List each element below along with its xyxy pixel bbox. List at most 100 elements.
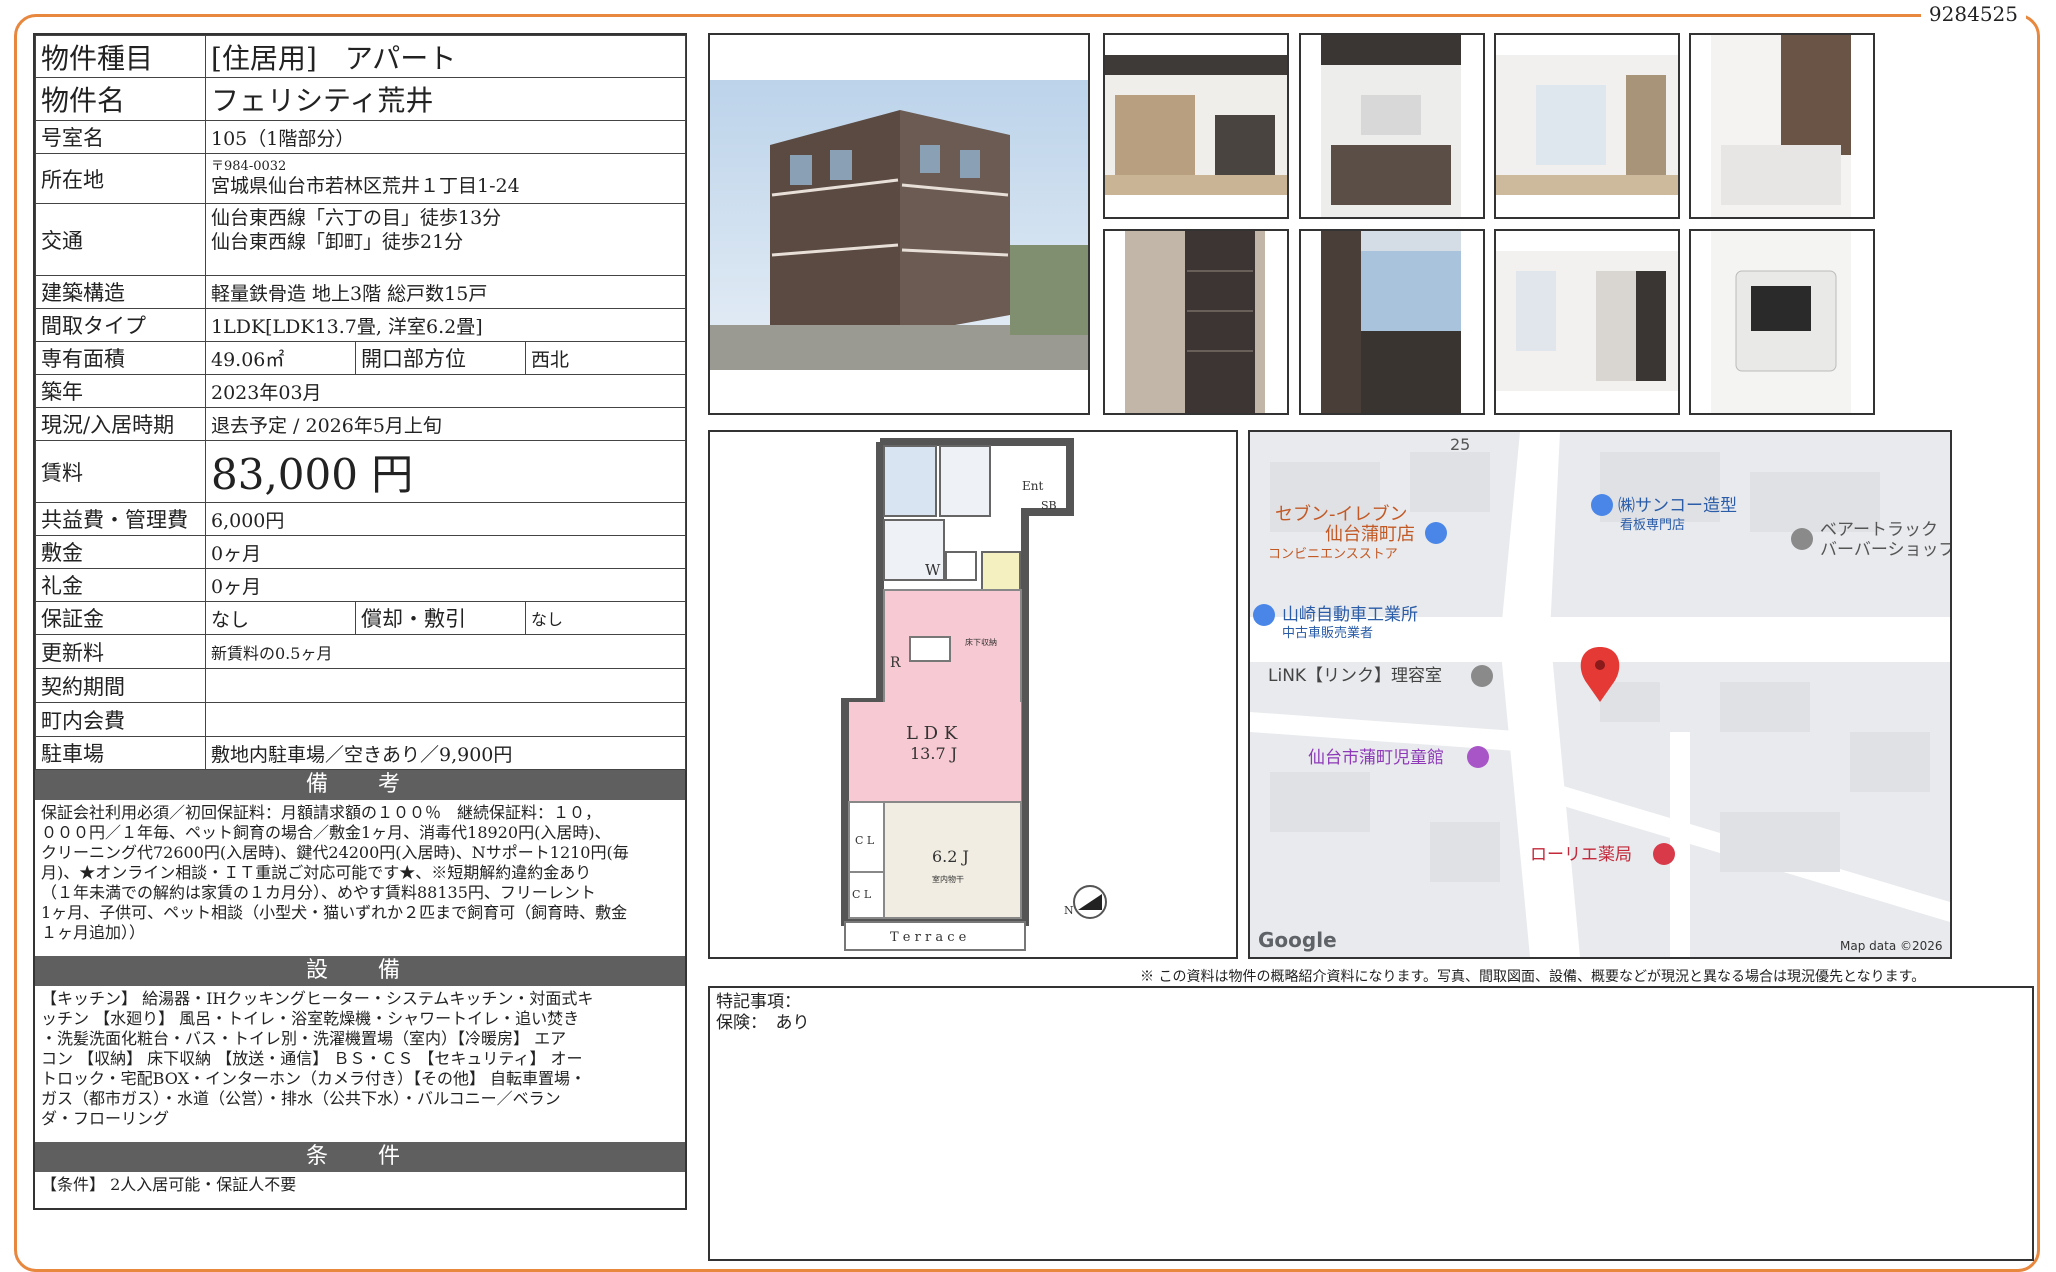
fp-room-sub: 室内物干 xyxy=(932,874,964,884)
remarks-line: （１年未満での解約は家賃の１カ月分）、めやす賃料88135円、フリーレント xyxy=(41,883,596,902)
map-bear-line2[interactable]: バーバーショップ xyxy=(1820,540,1950,560)
fp-ldk: L D K xyxy=(906,723,958,744)
address-label: 所在地 xyxy=(35,153,206,204)
type-value: [住居用] アパート xyxy=(204,35,687,78)
remarks-heading: 備 考 xyxy=(35,770,685,800)
fp-ldk-size: 13.7 J xyxy=(910,744,957,763)
name-value: フェリシティ荒井 xyxy=(204,77,687,121)
contract-value xyxy=(204,668,687,703)
map-bear[interactable]: ベアートラック xyxy=(1820,520,1938,540)
closet-image xyxy=(1125,231,1265,413)
status-value: 退去予定 / 2026年5月上旬 xyxy=(204,407,687,441)
name-label: 物件名 xyxy=(35,77,206,121)
parking-label: 駐車場 xyxy=(35,736,206,770)
map-seven-eleven-branch[interactable]: 仙台蒲町店 xyxy=(1325,524,1415,545)
equipment-line: コン 【収納】 床下収納 【放送・通信】 ＢＳ・ＣＳ 【セキュリティ】 オー xyxy=(41,1049,583,1068)
structure-value: 軽量鉄骨造 地上3階 総戸数15戸 xyxy=(204,275,687,309)
type-label: 物件種目 xyxy=(35,35,206,78)
equipment-line: ッチン 【水廻り】 風呂・トイレ・浴室乾燥機・シャワートイレ・追い焚き xyxy=(41,1009,580,1028)
floor-plan: Ent SB W R 床下収納 L D K 13.7 J 6.2 J 室内物干 … xyxy=(708,430,1238,959)
document-id: 9284525 xyxy=(1920,2,2026,26)
western-room-image xyxy=(1496,55,1678,195)
renewal-value: 新賃料の0.5ヶ月 xyxy=(204,634,687,669)
direction-label: 開口部方位 xyxy=(355,341,526,375)
map-sanko[interactable]: ㈱サンコー造型 xyxy=(1618,496,1737,516)
building-exterior-photo xyxy=(708,33,1090,415)
map-data-credit: Map data ©2026 xyxy=(1840,939,1943,953)
fee-label: 共益費・管理費 xyxy=(35,502,206,536)
insurance-note: 保険： あり xyxy=(716,1013,810,1033)
area-value: 49.06㎡ xyxy=(205,341,356,375)
disclaimer-notice: ※ この資料は物件の概略紹介資料になります。写真、間取図面、設備、概要などが現況… xyxy=(1140,969,1926,985)
parking-value: 敷地内駐車場／空きあり／9,900円 xyxy=(204,736,687,770)
fp-w: W xyxy=(925,561,941,579)
map-seven-eleven-category: コンビニエンスストア xyxy=(1268,547,1398,562)
fp-ent: Ent xyxy=(1022,479,1043,493)
closet-photo xyxy=(1103,229,1289,415)
layout-label: 間取タイプ xyxy=(35,308,206,342)
transport-line-2: 仙台東西線「卸町」徒歩21分 xyxy=(211,231,464,253)
equipment-line: ガス（都市ガス）・水道（公営）・排水（公共下水）・バルコニー／ベラン xyxy=(41,1089,561,1108)
living-room-image xyxy=(1105,55,1287,195)
keymoney-value: 0ヶ月 xyxy=(204,568,687,602)
built-label: 築年 xyxy=(35,374,206,408)
rent-label: 賃料 xyxy=(35,440,206,503)
storage-image xyxy=(1496,251,1678,391)
fp-room-size: 6.2 J xyxy=(932,847,969,866)
kitchen-image xyxy=(1321,35,1461,217)
town-fee-label: 町内会費 xyxy=(35,702,206,737)
map-link[interactable]: LiNK【リンク】理容室 xyxy=(1268,666,1442,686)
amort-value: なし xyxy=(524,601,687,635)
conditions-heading: 条 件 xyxy=(35,1142,685,1172)
map-road-number: 25 xyxy=(1450,435,1470,454)
location-map[interactable]: 25 セブン-イレブン 仙台蒲町店 コンビニエンスストア ㈱サンコー造型 看板専… xyxy=(1248,430,1952,959)
remarks-line: 保証会社利用必須／初回保証料：月額請求額の１００％ 継続保証料：１０， xyxy=(41,803,602,822)
equipment-line: ダ・フローリング xyxy=(41,1109,170,1128)
area-label: 専有面積 xyxy=(35,341,206,375)
built-value: 2023年03月 xyxy=(204,374,687,408)
fp-r: R xyxy=(890,655,901,671)
transport-line-1: 仙台東西線「六丁の目」徒歩13分 xyxy=(211,207,502,229)
contract-label: 契約期間 xyxy=(35,668,206,703)
fee-value: 6,000円 xyxy=(204,502,687,536)
map-kids[interactable]: 仙台市蒲町児童館 xyxy=(1308,748,1444,768)
balcony-image xyxy=(1321,231,1461,413)
remarks-body: 保証会社利用必須／初回保証料：月額請求額の１００％ 継続保証料：１０， ０００円… xyxy=(35,800,685,956)
remarks-line: 1ヶ月、子供可、ペット相談（小型犬・猫いずれか２匹まで飼育可（飼育時、敷金 xyxy=(41,903,628,922)
address-value: 宮城県仙台市若林区荒井１丁目1-24 xyxy=(211,175,520,197)
map-sanko-category: 看板専門店 xyxy=(1620,517,1685,533)
remarks-line: １ヶ月追加）） xyxy=(41,923,146,942)
layout-value: 1LDK[LDK13.7畳, 洋室6.2畳] xyxy=(204,308,687,342)
town-fee-value xyxy=(204,702,687,737)
status-label: 現況/入居時期 xyxy=(35,407,206,441)
deposit-label: 敷金 xyxy=(35,535,206,569)
building-photo-image xyxy=(710,80,1088,370)
property-info-panel: 物件種目 [住居用] アパート 物件名 フェリシティ荒井 号室名 105（1階部… xyxy=(33,33,687,1210)
western-room-photo xyxy=(1494,33,1680,219)
bathroom-photo xyxy=(1689,33,1875,219)
guarantee-label: 保証金 xyxy=(35,601,206,635)
amort-label: 償却・敷引 xyxy=(355,601,526,635)
transport-label: 交通 xyxy=(35,203,206,276)
google-logo: Google xyxy=(1258,928,1337,952)
room-value: 105（1階部分） xyxy=(204,120,687,154)
direction-value: 西北 xyxy=(524,341,687,375)
map-yamazaki[interactable]: 山崎自動車工業所 xyxy=(1282,605,1418,625)
living-room-photo xyxy=(1103,33,1289,219)
storage-photo xyxy=(1494,229,1680,415)
map-pharmacy[interactable]: ローリエ薬局 xyxy=(1530,845,1632,865)
rent-value: 83,000 円 xyxy=(204,440,687,503)
deposit-value: 0ヶ月 xyxy=(204,535,687,569)
north-arrow-icon: N xyxy=(1064,904,1074,917)
fp-terrace: T e r r a c e xyxy=(890,930,967,945)
renewal-label: 更新料 xyxy=(35,634,206,669)
map-canvas[interactable]: 25 セブン-イレブン 仙台蒲町店 コンビニエンスストア ㈱サンコー造型 看板専… xyxy=(1250,432,1950,957)
keymoney-label: 礼金 xyxy=(35,568,206,602)
fp-sb: SB xyxy=(1041,499,1057,512)
floor-plan-drawing: Ent SB W R 床下収納 L D K 13.7 J 6.2 J 室内物干 … xyxy=(841,438,1107,951)
fp-cl-2: C L xyxy=(852,888,872,901)
map-seven-eleven[interactable]: セブン-イレブン xyxy=(1275,503,1408,525)
equipment-line: ・洗髪洗面化粧台・バス・トイレ別・洗濯機置場（室内）【冷暖房】 エア xyxy=(41,1029,567,1048)
postal-code: 〒984-0032 xyxy=(211,159,287,174)
equipment-line: トロック・宅配BOX・インターホン（カメラ付き）【その他】 自転車置場・ xyxy=(41,1069,587,1088)
